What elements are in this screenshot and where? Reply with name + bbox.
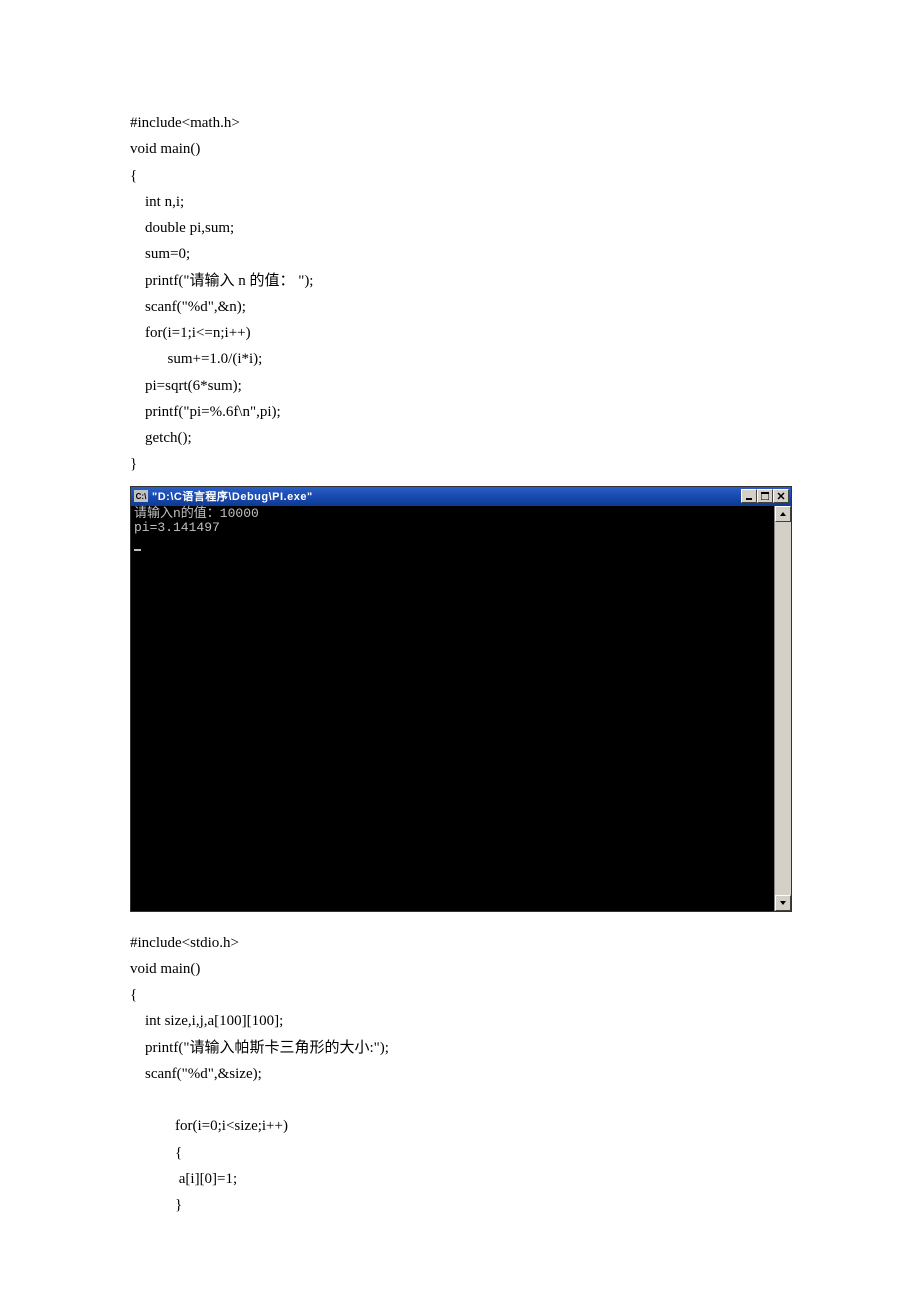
console-output[interactable]: 请输入n的值：10000 pi=3.141497 xyxy=(131,506,774,911)
scroll-down-button[interactable] xyxy=(775,895,791,911)
code-line: getch(); xyxy=(130,430,192,446)
titlebar-left: C:\ "D:\C语言程序\Debug\PI.exe" xyxy=(134,488,313,504)
code-line: int size,i,j,a[100][100]; xyxy=(130,1013,283,1029)
code-line: sum+=1.0/(i*i); xyxy=(130,351,262,367)
code-line: } xyxy=(130,1197,182,1213)
close-icon xyxy=(777,492,785,500)
console-line: 请输入n的值：10000 xyxy=(134,506,259,521)
chevron-down-icon xyxy=(779,899,787,907)
close-button[interactable] xyxy=(773,489,789,503)
code-block-2: #include<stdio.h> void main() { int size… xyxy=(130,930,790,1219)
code-line: pi=sqrt(6*sum); xyxy=(130,378,242,394)
code-line: for(i=1;i<=n;i++) xyxy=(130,325,251,341)
window-controls xyxy=(741,489,789,503)
code-line: a[i][0]=1; xyxy=(130,1171,237,1187)
maximize-icon xyxy=(761,492,769,500)
code-line: scanf("%d",&size); xyxy=(130,1066,262,1082)
code-line: { xyxy=(130,168,137,184)
code-line: { xyxy=(130,1145,182,1161)
code-line: { xyxy=(130,987,137,1003)
scroll-up-button[interactable] xyxy=(775,506,791,522)
code-line: for(i=0;i<size;i++) xyxy=(130,1118,288,1134)
vertical-scrollbar[interactable] xyxy=(774,506,791,911)
chevron-up-icon xyxy=(779,510,787,518)
console-body: 请输入n的值：10000 pi=3.141497 xyxy=(131,506,791,911)
cursor xyxy=(134,549,141,551)
code-line: void main() xyxy=(130,141,200,157)
code-line: #include<math.h> xyxy=(130,115,240,131)
code-line: printf("请输入帕斯卡三角形的大小:"); xyxy=(130,1040,389,1056)
maximize-button[interactable] xyxy=(757,489,773,503)
code-line: sum=0; xyxy=(130,246,190,262)
minimize-button[interactable] xyxy=(741,489,757,503)
code-line: scanf("%d",&n); xyxy=(130,299,246,315)
code-line: void main() xyxy=(130,961,200,977)
scroll-track[interactable] xyxy=(775,522,791,895)
code-line: int n,i; xyxy=(130,194,184,210)
code-line: printf("pi=%.6f\n",pi); xyxy=(130,404,281,420)
document-page: #include<math.h> void main() { int n,i; … xyxy=(0,0,920,1306)
code-line: } xyxy=(130,456,137,472)
minimize-icon xyxy=(745,492,753,500)
console-window: C:\ "D:\C语言程序\Debug\PI.exe" 请输入n的值：10000… xyxy=(130,486,792,912)
code-line: double pi,sum; xyxy=(130,220,234,236)
window-titlebar[interactable]: C:\ "D:\C语言程序\Debug\PI.exe" xyxy=(131,487,791,506)
window-title: "D:\C语言程序\Debug\PI.exe" xyxy=(152,488,313,504)
console-line: pi=3.141497 xyxy=(134,520,220,535)
code-line: #include<stdio.h> xyxy=(130,935,239,951)
app-icon: C:\ xyxy=(134,490,148,502)
code-block-1: #include<math.h> void main() { int n,i; … xyxy=(130,110,790,478)
code-line: printf("请输入 n 的值： "); xyxy=(130,273,313,289)
